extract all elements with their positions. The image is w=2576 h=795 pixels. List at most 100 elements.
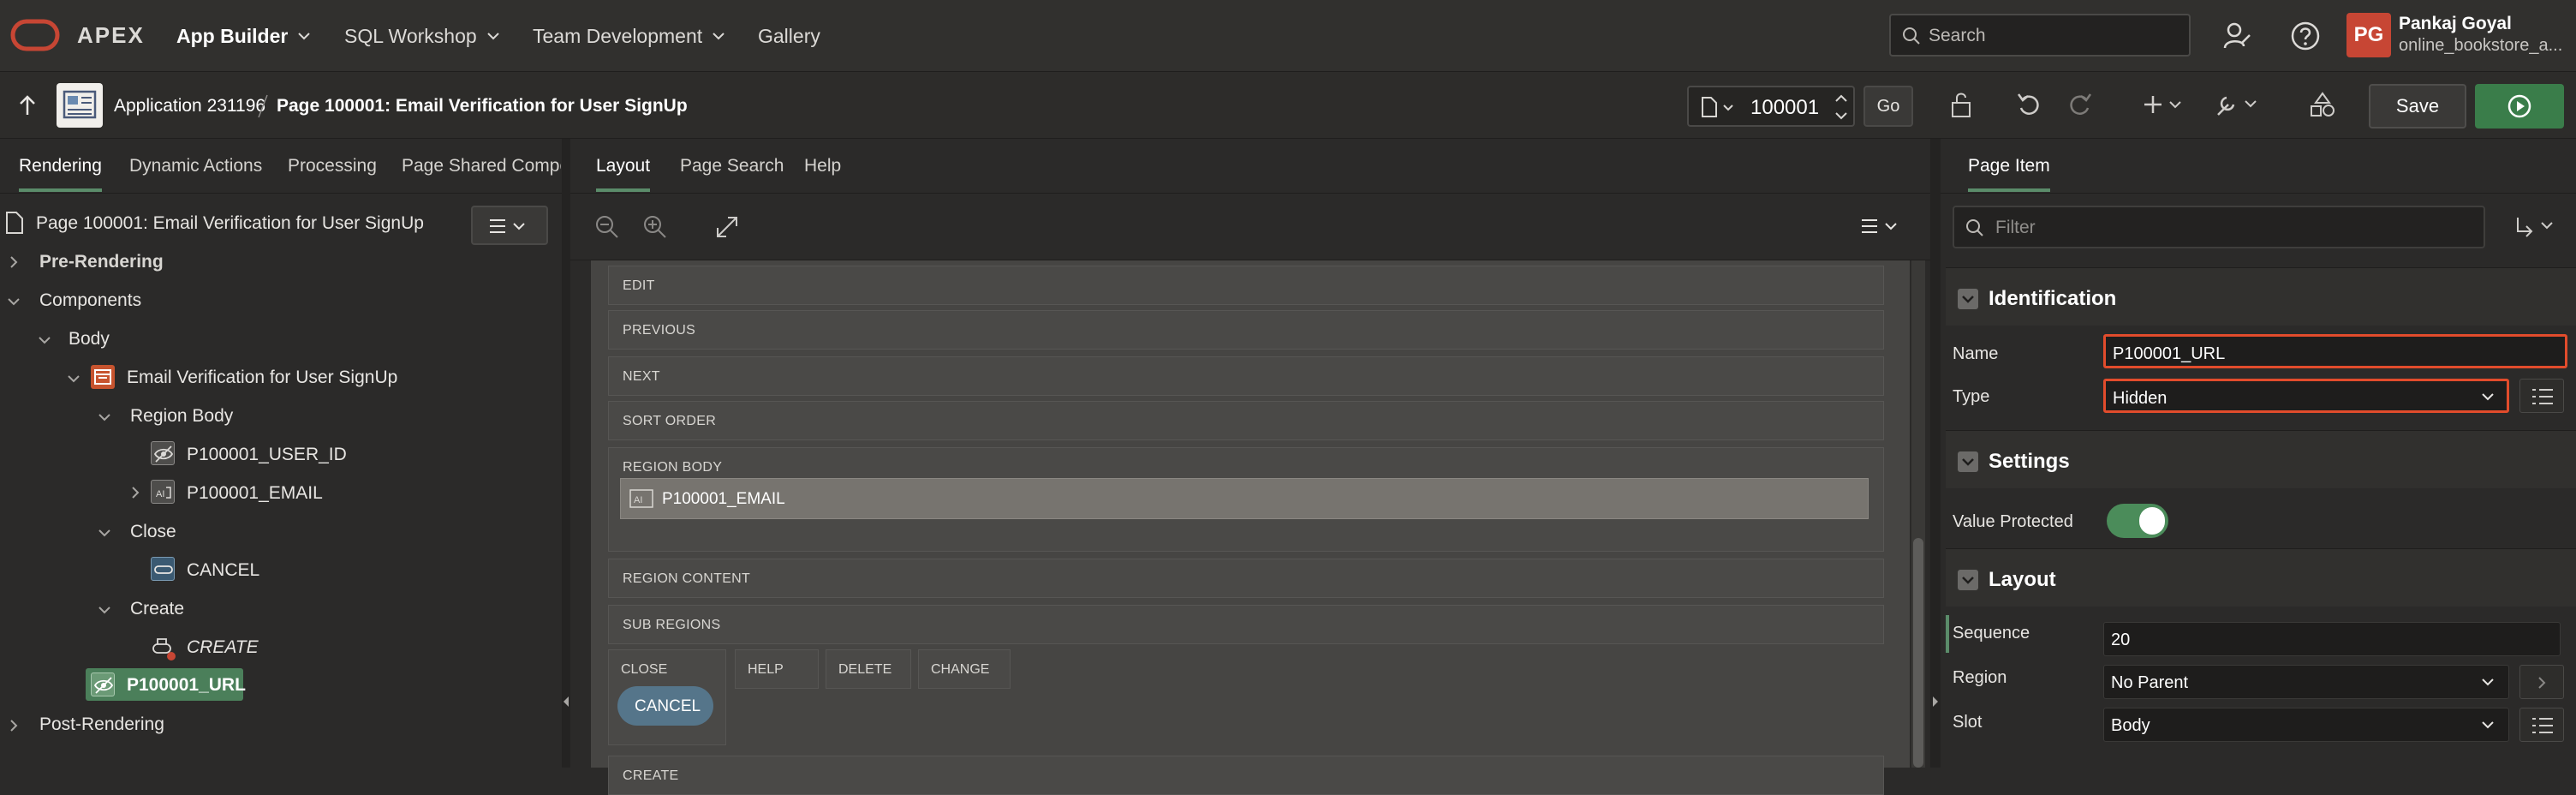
type-list-button[interactable]	[2519, 379, 2564, 413]
shared-components-icon[interactable]	[2309, 91, 2336, 118]
tab-dynamic-actions[interactable]: Dynamic Actions	[129, 156, 262, 176]
tree-close[interactable]: Close	[130, 522, 176, 542]
slot-help[interactable]: HELP	[735, 649, 819, 689]
search-input[interactable]: Search	[1889, 14, 2191, 57]
tree-pre-rendering[interactable]: Pre-Rendering	[39, 252, 164, 272]
slot-delete[interactable]: DELETE	[826, 649, 911, 689]
tree-button-create[interactable]: CREATE	[187, 637, 259, 658]
slot-region-content[interactable]: REGION CONTENT	[608, 559, 1884, 598]
section-identification-title: Identification	[1989, 287, 2117, 310]
product-name[interactable]: APEX	[77, 22, 145, 49]
chevron-down-icon[interactable]	[7, 295, 21, 308]
breadcrumb-application[interactable]: Application 231196	[114, 96, 265, 117]
section-identification[interactable]: Identification	[1946, 267, 2576, 326]
collapse-right-icon[interactable]	[1932, 696, 1939, 708]
name-field[interactable]: P100001_URL	[2103, 334, 2567, 368]
chevron-right-icon[interactable]	[128, 486, 142, 499]
collapse-checkbox-icon[interactable]	[1958, 451, 1978, 472]
tab-help[interactable]: Help	[804, 156, 841, 176]
avatar[interactable]: PG	[2346, 13, 2391, 57]
slot-change[interactable]: CHANGE	[918, 649, 1011, 689]
region-select[interactable]: No Parent	[2103, 665, 2509, 699]
add-icon[interactable]	[2143, 93, 2187, 118]
zoom-out-icon[interactable]	[594, 214, 620, 240]
nav-app-builder[interactable]: App Builder	[176, 0, 311, 72]
go-to-group-icon[interactable]	[2514, 214, 2559, 240]
layout-pane: Layout Page Search Help EDIT PREVIOUS NE…	[570, 139, 1930, 795]
collapse-left-icon[interactable]	[563, 696, 569, 708]
slot-create[interactable]: CREATE	[608, 756, 1884, 795]
user-settings-icon[interactable]	[2221, 21, 2252, 51]
redo-icon[interactable]	[2066, 91, 2093, 118]
user-name[interactable]: Pankaj Goyal	[2399, 14, 2512, 34]
oracle-logo-icon[interactable]	[10, 19, 60, 51]
stepper-icon[interactable]	[1833, 91, 1850, 123]
tree-item-url-selected[interactable]: P100001_URL	[86, 668, 246, 701]
chevron-down-icon[interactable]	[67, 372, 80, 386]
tree-button-cancel[interactable]: CANCEL	[187, 560, 259, 581]
collapse-checkbox-icon[interactable]	[1958, 570, 1978, 590]
tab-page-search[interactable]: Page Search	[680, 156, 784, 176]
tab-rendering[interactable]: Rendering	[19, 156, 102, 192]
slot-sort-order[interactable]: SORT ORDER	[608, 401, 1884, 440]
menu-icon	[490, 219, 525, 233]
tab-page-item[interactable]: Page Item	[1968, 156, 2050, 192]
tab-processing[interactable]: Processing	[288, 156, 377, 176]
tree-root-page[interactable]: Page 100001: Email Verification for User…	[36, 213, 424, 234]
sequence-field[interactable]: 20	[2103, 622, 2561, 656]
chevron-right-icon[interactable]	[7, 255, 21, 269]
go-button[interactable]: Go	[1863, 86, 1913, 127]
collapse-checkbox-icon[interactable]	[1958, 289, 1978, 309]
layout-cancel-button[interactable]: CANCEL	[617, 686, 713, 726]
slot-list-button[interactable]	[2519, 708, 2564, 742]
tree-menu-button[interactable]	[471, 206, 548, 245]
nav-gallery[interactable]: Gallery	[758, 0, 820, 72]
run-button[interactable]	[2475, 84, 2564, 129]
tree-post-rendering[interactable]: Post-Rendering	[39, 714, 164, 735]
value-protected-toggle[interactable]	[2107, 504, 2168, 538]
undo-icon[interactable]	[2016, 91, 2043, 118]
nav-sql-workshop[interactable]: SQL Workshop	[344, 0, 499, 72]
expand-icon[interactable]	[714, 214, 740, 240]
zoom-in-icon[interactable]	[642, 214, 668, 240]
save-button[interactable]: Save	[2369, 84, 2466, 129]
chevron-down-icon[interactable]	[98, 410, 111, 424]
up-arrow-icon[interactable]	[17, 94, 38, 117]
lock-page-icon[interactable]	[1947, 91, 1975, 120]
tree-item-user-id[interactable]: P100001_USER_ID	[187, 445, 347, 465]
region-go-button[interactable]	[2519, 665, 2564, 699]
tree-region[interactable]: Email Verification for User SignUp	[127, 368, 397, 388]
type-select[interactable]: Hidden	[2103, 379, 2509, 413]
slot-sub-regions[interactable]: SUB REGIONS	[608, 605, 1884, 644]
tree-region-body[interactable]: Region Body	[130, 406, 233, 427]
left-splitter[interactable]	[562, 139, 570, 768]
chevron-right-icon[interactable]	[7, 719, 21, 732]
slot-previous[interactable]: PREVIOUS	[608, 310, 1884, 350]
svg-text:AI: AI	[156, 489, 164, 499]
filter-input[interactable]: Filter	[1953, 206, 2485, 248]
slot-next[interactable]: NEXT	[608, 356, 1884, 396]
tree-create[interactable]: Create	[130, 599, 184, 619]
slot-select[interactable]: Body	[2103, 708, 2509, 742]
menu-icon[interactable]	[1860, 218, 1905, 235]
chevron-down-icon[interactable]	[98, 603, 111, 617]
chevron-down-icon[interactable]	[38, 333, 51, 347]
tab-page-shared-components[interactable]: Page Shared Compor	[402, 156, 561, 176]
help-icon[interactable]	[2290, 21, 2321, 51]
right-splitter[interactable]	[1930, 139, 1941, 768]
slot-close[interactable]: CLOSE CANCEL	[608, 649, 726, 745]
section-settings[interactable]: Settings	[1946, 430, 2576, 488]
utilities-wrench-icon[interactable]	[2215, 91, 2263, 118]
page-number-input[interactable]: 100001	[1687, 86, 1855, 127]
tab-layout[interactable]: Layout	[596, 156, 651, 192]
section-layout[interactable]: Layout	[1946, 548, 2576, 607]
tree-body[interactable]: Body	[69, 329, 110, 350]
tree-components[interactable]: Components	[39, 290, 141, 311]
chevron-down-icon[interactable]	[98, 526, 111, 540]
tree-item-email[interactable]: P100001_EMAIL	[187, 483, 323, 504]
nav-team-development[interactable]: Team Development	[533, 0, 724, 72]
layout-scrollbar-thumb[interactable]	[1913, 538, 1923, 768]
application-icon[interactable]	[57, 83, 103, 128]
slot-edit[interactable]: EDIT	[608, 266, 1884, 305]
layout-item-email[interactable]: AI P100001_EMAIL	[620, 478, 1869, 519]
